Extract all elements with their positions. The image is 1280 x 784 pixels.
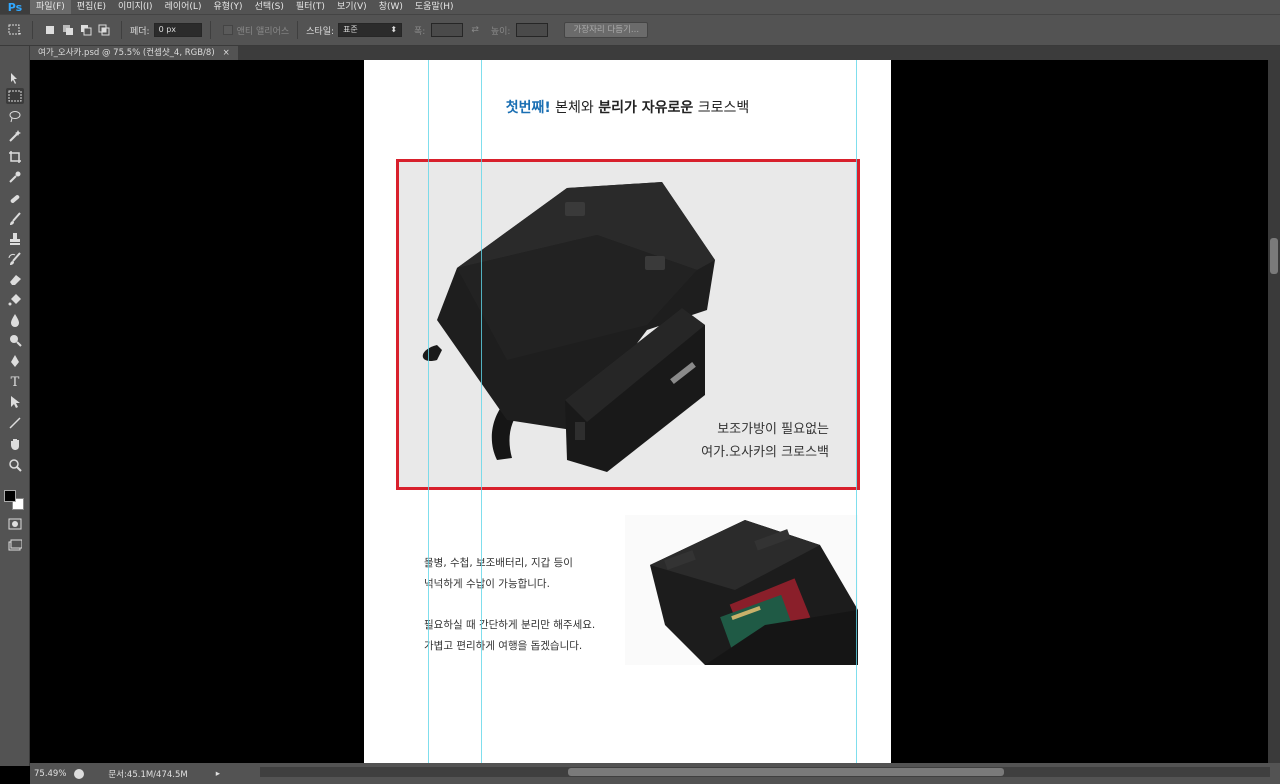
move-tool-icon[interactable]	[6, 70, 24, 86]
quick-mask-icon[interactable]	[6, 516, 24, 532]
swap-dimensions-icon[interactable]: ⇄	[471, 25, 479, 35]
clone-stamp-tool-icon[interactable]	[6, 231, 24, 247]
photoshop-logo: Ps	[0, 0, 30, 14]
menu-help[interactable]: 도움말(H)	[409, 0, 460, 14]
style-select[interactable]: 표준 ⬍	[338, 23, 403, 37]
type-tool-icon[interactable]: T	[6, 374, 24, 390]
updown-arrows-icon: ⬍	[390, 25, 398, 34]
line-tool-icon[interactable]	[6, 415, 24, 431]
subtract-selection-icon[interactable]	[79, 23, 93, 37]
hand-tool-icon[interactable]	[6, 436, 24, 452]
history-brush-tool-icon[interactable]	[6, 251, 24, 267]
status-bar: 75.49% 문서:45.1M/474.5M ▸	[30, 763, 1280, 784]
body-text-line4: 가볍고 편리하게 여행을 돕겠습니다.	[424, 640, 583, 652]
color-swatches[interactable]	[4, 490, 26, 512]
new-selection-icon[interactable]	[43, 23, 57, 37]
eyedropper-tool-icon[interactable]	[6, 169, 24, 185]
document-tab[interactable]: 여가_오사카.psd @ 75.5% (컨셉샷_4, RGB/8) ×	[30, 46, 238, 60]
body-text-line1: 물병, 수첩, 보조배터리, 지갑 등이	[424, 557, 573, 569]
pen-tool-icon[interactable]	[6, 353, 24, 369]
menu-window[interactable]: 창(W)	[373, 0, 409, 14]
headline-bold: 분리가 자유로운	[598, 100, 694, 116]
menu-select[interactable]: 선택(S)	[249, 0, 290, 14]
document-size: 문서:45.1M/474.5M	[108, 769, 188, 780]
crop-tool-icon[interactable]	[6, 149, 24, 165]
magic-wand-tool-icon[interactable]	[6, 128, 24, 144]
feather-label: 페더:	[130, 26, 150, 37]
lasso-tool-icon[interactable]	[6, 108, 24, 124]
headline-part1: 본체와	[550, 100, 599, 116]
menu-layer[interactable]: 레이어(L)	[159, 0, 208, 14]
headline-part2: 크로스백	[693, 100, 750, 116]
highlight-frame	[396, 159, 860, 490]
refine-edge-button[interactable]: 가장자리 다듬기...	[564, 22, 649, 38]
guide-line[interactable]	[856, 60, 857, 763]
marquee-preset-icon[interactable]	[8, 23, 22, 37]
body-text-line3: 필요하실 때 간단하게 분리만 해주세요.	[424, 619, 596, 631]
style-label: 스타일:	[306, 26, 335, 37]
menu-file[interactable]: 파일(F)	[30, 0, 71, 14]
section-headline: 첫번째! 본체와 분리가 자유로운 크로스백	[364, 97, 891, 117]
menu-view[interactable]: 보기(V)	[331, 0, 373, 14]
antialias-label: 앤티 앨리어스	[236, 26, 290, 37]
eraser-tool-icon[interactable]	[6, 271, 24, 287]
headline-accent: 첫번째!	[505, 100, 551, 116]
feather-input[interactable]: 0 px	[153, 23, 202, 37]
vertical-scroll-thumb[interactable]	[1270, 238, 1278, 274]
status-menu-arrow-icon[interactable]: ▸	[216, 769, 220, 779]
options-bar: 페더: 0 px 앤티 앨리어스 스타일: 표준 ⬍ 폭: ⇄ 높이: 가장자리…	[0, 14, 1280, 46]
guide-line[interactable]	[481, 60, 482, 763]
menu-image[interactable]: 이미지(I)	[112, 0, 159, 14]
menu-type[interactable]: 유형(Y)	[207, 0, 248, 14]
document-tab-title: 여가_오사카.psd @ 75.5% (컨셉샷_4, RGB/8)	[38, 48, 215, 58]
healing-brush-tool-icon[interactable]	[6, 191, 24, 207]
screen-mode-icon[interactable]	[6, 537, 24, 553]
foreground-color-swatch[interactable]	[4, 490, 16, 502]
zoom-level[interactable]: 75.49%	[34, 769, 66, 779]
paint-bucket-tool-icon[interactable]	[6, 291, 24, 307]
add-selection-icon[interactable]	[61, 23, 75, 37]
open-pocket-illustration	[650, 520, 858, 665]
style-select-value: 표준	[343, 25, 358, 34]
height-input[interactable]	[516, 23, 549, 37]
menu-edit[interactable]: 편집(E)	[71, 0, 112, 14]
open-pocket-photo	[625, 515, 858, 665]
menu-filter[interactable]: 필터(T)	[290, 0, 331, 14]
canvas-workspace[interactable]: 첫번째! 본체와 분리가 자유로운 크로스백 보조가방이 필요없는 여가.오사카…	[30, 60, 1270, 763]
brush-tool-icon[interactable]	[6, 211, 24, 227]
vertical-scrollbar[interactable]	[1268, 60, 1280, 763]
status-info-icon[interactable]	[74, 768, 85, 779]
horizontal-scrollbar[interactable]	[260, 767, 1270, 777]
intersect-selection-icon[interactable]	[97, 23, 111, 37]
document-tab-bar: 여가_오사카.psd @ 75.5% (컨셉샷_4, RGB/8) ×	[30, 46, 1280, 60]
path-selection-tool-icon[interactable]	[6, 394, 24, 410]
guide-line[interactable]	[428, 60, 429, 763]
height-label: 높이:	[490, 26, 511, 37]
antialias-checkbox[interactable]	[221, 23, 235, 37]
width-input[interactable]	[431, 23, 464, 37]
menu-bar: Ps 파일(F) 편집(E) 이미지(I) 레이어(L) 유형(Y) 선택(S)…	[0, 0, 1280, 14]
document-canvas[interactable]: 첫번째! 본체와 분리가 자유로운 크로스백 보조가방이 필요없는 여가.오사카…	[364, 60, 891, 763]
blur-tool-icon[interactable]	[6, 312, 24, 328]
body-text-line2: 넉넉하게 수납이 가능합니다.	[424, 578, 550, 590]
tools-panel: T	[0, 46, 30, 766]
dodge-tool-icon[interactable]	[6, 332, 24, 348]
rect-marquee-tool-icon[interactable]	[6, 88, 24, 104]
close-tab-icon[interactable]: ×	[223, 46, 230, 60]
zoom-tool-icon[interactable]	[6, 457, 24, 473]
horizontal-scroll-thumb[interactable]	[568, 768, 1004, 776]
width-label: 폭:	[414, 26, 426, 37]
